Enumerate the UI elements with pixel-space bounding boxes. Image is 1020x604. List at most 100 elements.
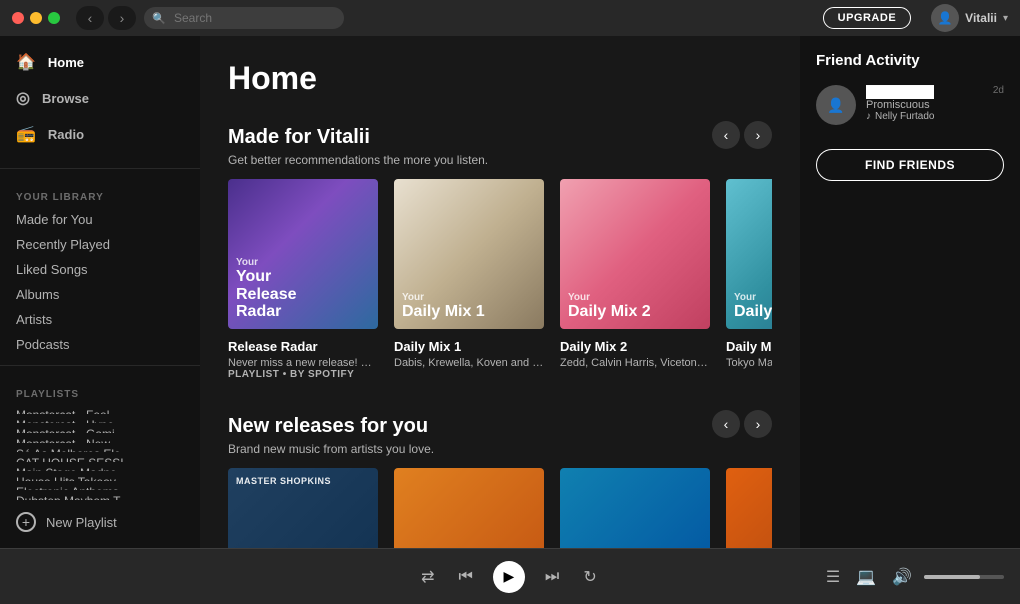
friend-info: ████████ Promiscuous ♪ Nelly Furtado bbox=[866, 85, 983, 125]
card-label-overlay: Your Daily Mix 3 bbox=[734, 292, 772, 321]
section-nav-made-for: ‹ › bbox=[712, 121, 772, 149]
devices-button[interactable]: 💻 bbox=[852, 563, 880, 591]
friend-status: Promiscuous bbox=[866, 99, 983, 111]
player-bar: ⇄ ⏮ ▶ ⏭ ↻ ☰ 💻 🔊 bbox=[0, 548, 1020, 604]
card-label-small: Your bbox=[734, 292, 772, 303]
sidebar-item-recently-played[interactable]: Recently Played bbox=[0, 232, 200, 257]
section-subtitle-made-for: Get better recommendations the more you … bbox=[228, 153, 772, 167]
repeat-button[interactable]: ↻ bbox=[579, 563, 600, 591]
close-button[interactable] bbox=[12, 12, 24, 24]
upgrade-button[interactable]: UPGRADE bbox=[823, 7, 912, 29]
playlist-item[interactable]: CAT HOUSE SESSI... bbox=[0, 452, 200, 462]
playlist-item[interactable]: Monstercat - Gami... bbox=[0, 423, 200, 433]
card-tag: PLAYLIST • BY SPOTIFY bbox=[228, 369, 378, 380]
card-subtitle: Dabis, Krewella, Koven and more bbox=[394, 357, 544, 369]
user-menu[interactable]: 👤 Vitalii ▾ bbox=[931, 4, 1008, 32]
playlist-item[interactable]: Monstercat - New ... bbox=[0, 433, 200, 443]
friend-name: ████████ bbox=[866, 85, 983, 99]
playlist-item[interactable]: Main Stage Madne... bbox=[0, 462, 200, 472]
volume-button[interactable]: 🔊 bbox=[888, 563, 916, 591]
avatar: 👤 bbox=[931, 4, 959, 32]
card-daily-mix-2[interactable]: Your Daily Mix 2 Daily Mix 2 Zedd, Calvi… bbox=[560, 179, 710, 382]
sidebar-item-radio[interactable]: 📻 Radio bbox=[0, 116, 200, 152]
card-subtitle: Never miss a new release! Catch all the … bbox=[228, 357, 378, 369]
search-icon: 🔍 bbox=[152, 12, 166, 25]
back-button[interactable]: ‹ bbox=[76, 6, 104, 30]
sidebar-item-browse[interactable]: ◎ Browse bbox=[0, 80, 200, 116]
nav-arrows: ‹ › bbox=[76, 6, 136, 30]
card-label-overlay: Your Daily Mix 2 bbox=[568, 292, 702, 321]
card-image-new4 bbox=[726, 468, 772, 548]
card-title: Release Radar bbox=[228, 339, 378, 354]
card-image-daily-mix-2: Your Daily Mix 2 bbox=[560, 179, 710, 329]
card-label-small: Your bbox=[568, 292, 702, 303]
card-title: Daily Mix 1 bbox=[394, 339, 544, 354]
card-daily-mix-3[interactable]: Your Daily Mix 3 Daily Mix 3 Tokyo Machi… bbox=[726, 179, 772, 382]
playlist-item[interactable]: Só As Melhores Ele... bbox=[0, 443, 200, 453]
section-title-made-for: Made for Vitalii bbox=[228, 126, 370, 149]
forward-button[interactable]: › bbox=[108, 6, 136, 30]
sidebar-item-podcasts[interactable]: Podcasts bbox=[0, 332, 200, 357]
next-section-button[interactable]: › bbox=[744, 121, 772, 149]
card-image-daily-mix-1: Your Daily Mix 1 bbox=[394, 179, 544, 329]
music-note-icon: ♪ bbox=[866, 111, 871, 122]
find-friends-button[interactable]: FIND FRIENDS bbox=[816, 149, 1004, 181]
chevron-down-icon: ▾ bbox=[1003, 13, 1008, 24]
player-right: ☰ 💻 🔊 bbox=[822, 563, 1004, 591]
new-releases-section: New releases for you ‹ › Brand new music… bbox=[228, 410, 772, 548]
card-image-daily-mix-3: Your Daily Mix 3 bbox=[726, 179, 772, 329]
shuffle-button[interactable]: ⇄ bbox=[417, 563, 438, 591]
browse-icon: ◎ bbox=[16, 88, 30, 108]
prev-section-button[interactable]: ‹ bbox=[712, 121, 740, 149]
maximize-button[interactable] bbox=[48, 12, 60, 24]
card-daily-mix-1[interactable]: Your Daily Mix 1 Daily Mix 1 Dabis, Krew… bbox=[394, 179, 544, 382]
new-releases-cards-row: MASTER SHOPKINS KARABIES Karabies Artist… bbox=[228, 468, 772, 548]
prev-button[interactable]: ⏮ bbox=[455, 564, 477, 590]
card-subtitle: Tokyo Machine, Stonebank, Eminance and m… bbox=[726, 357, 772, 369]
card-label-overlay: Your Daily Mix 1 bbox=[402, 292, 536, 321]
card-karabies[interactable]: MASTER SHOPKINS KARABIES Karabies Artist bbox=[228, 468, 378, 548]
home-icon: 🏠 bbox=[16, 52, 36, 72]
playlist-item[interactable]: Electronic Anthems bbox=[0, 481, 200, 491]
section-title-new-releases: New releases for you bbox=[228, 415, 428, 438]
card-joytime[interactable]: JOYTIME Joytime Marshmello bbox=[394, 468, 544, 548]
friend-item: 👤 ████████ Promiscuous ♪ Nelly Furtado 2… bbox=[816, 85, 1004, 125]
card-subtitle: Zedd, Calvin Harris, Vicetone and more bbox=[560, 357, 710, 369]
playlist-item[interactable]: Monstercat - Hype bbox=[0, 414, 200, 424]
sidebar-item-made-for-you[interactable]: Made for You bbox=[0, 207, 200, 232]
play-button[interactable]: ▶ bbox=[493, 561, 525, 593]
sidebar-item-label: Radio bbox=[48, 127, 84, 142]
sidebar-item-artists[interactable]: Artists bbox=[0, 307, 200, 332]
minimize-button[interactable] bbox=[30, 12, 42, 24]
panel-title: Friend Activity bbox=[816, 52, 1004, 69]
queue-button[interactable]: ☰ bbox=[822, 563, 844, 591]
sidebar-item-home[interactable]: 🏠 Home bbox=[0, 44, 200, 80]
search-input[interactable] bbox=[144, 7, 344, 29]
friend-avatar: 👤 bbox=[816, 85, 856, 125]
sidebar-item-albums[interactable]: Albums bbox=[0, 282, 200, 307]
player-controls: ⇄ ⏮ ▶ ⏭ ↻ bbox=[196, 561, 822, 593]
playlist-item[interactable]: Monstercat - Feel ... bbox=[0, 404, 200, 414]
card-slushii[interactable]: SLUSHII Slushii Album bbox=[560, 468, 710, 548]
playlist-item[interactable]: Dubstep Mayhem T... bbox=[0, 490, 200, 500]
sidebar-item-liked-songs[interactable]: Liked Songs bbox=[0, 257, 200, 282]
user-name: Vitalii bbox=[965, 11, 997, 25]
next-button[interactable]: ⏭ bbox=[541, 564, 563, 590]
card-label-large: YourReleaseRadar bbox=[236, 268, 370, 321]
content-area: Home Made for Vitalii ‹ › Get better rec… bbox=[200, 36, 800, 548]
card-new4[interactable]: Album 4 Artist bbox=[726, 468, 772, 548]
new-playlist-label: New Playlist bbox=[46, 515, 117, 530]
card-title: Daily Mix 2 bbox=[560, 339, 710, 354]
sidebar-item-label: Home bbox=[48, 55, 84, 70]
new-playlist-button[interactable]: + New Playlist bbox=[0, 504, 200, 540]
next-new-releases-button[interactable]: › bbox=[744, 410, 772, 438]
album-text: MASTER SHOPKINS bbox=[236, 476, 331, 486]
card-title: Daily Mix 3 bbox=[726, 339, 772, 354]
card-label-large: Daily Mix 3 bbox=[734, 303, 772, 321]
title-bar: ‹ › 🔍 UPGRADE 👤 Vitalii ▾ bbox=[0, 0, 1020, 36]
search-wrapper: 🔍 bbox=[144, 7, 344, 29]
volume-bar[interactable] bbox=[924, 575, 1004, 579]
playlist-item[interactable]: House Hits Takeov... bbox=[0, 471, 200, 481]
card-release-radar[interactable]: Your YourReleaseRadar Release Radar Neve… bbox=[228, 179, 378, 382]
prev-new-releases-button[interactable]: ‹ bbox=[712, 410, 740, 438]
